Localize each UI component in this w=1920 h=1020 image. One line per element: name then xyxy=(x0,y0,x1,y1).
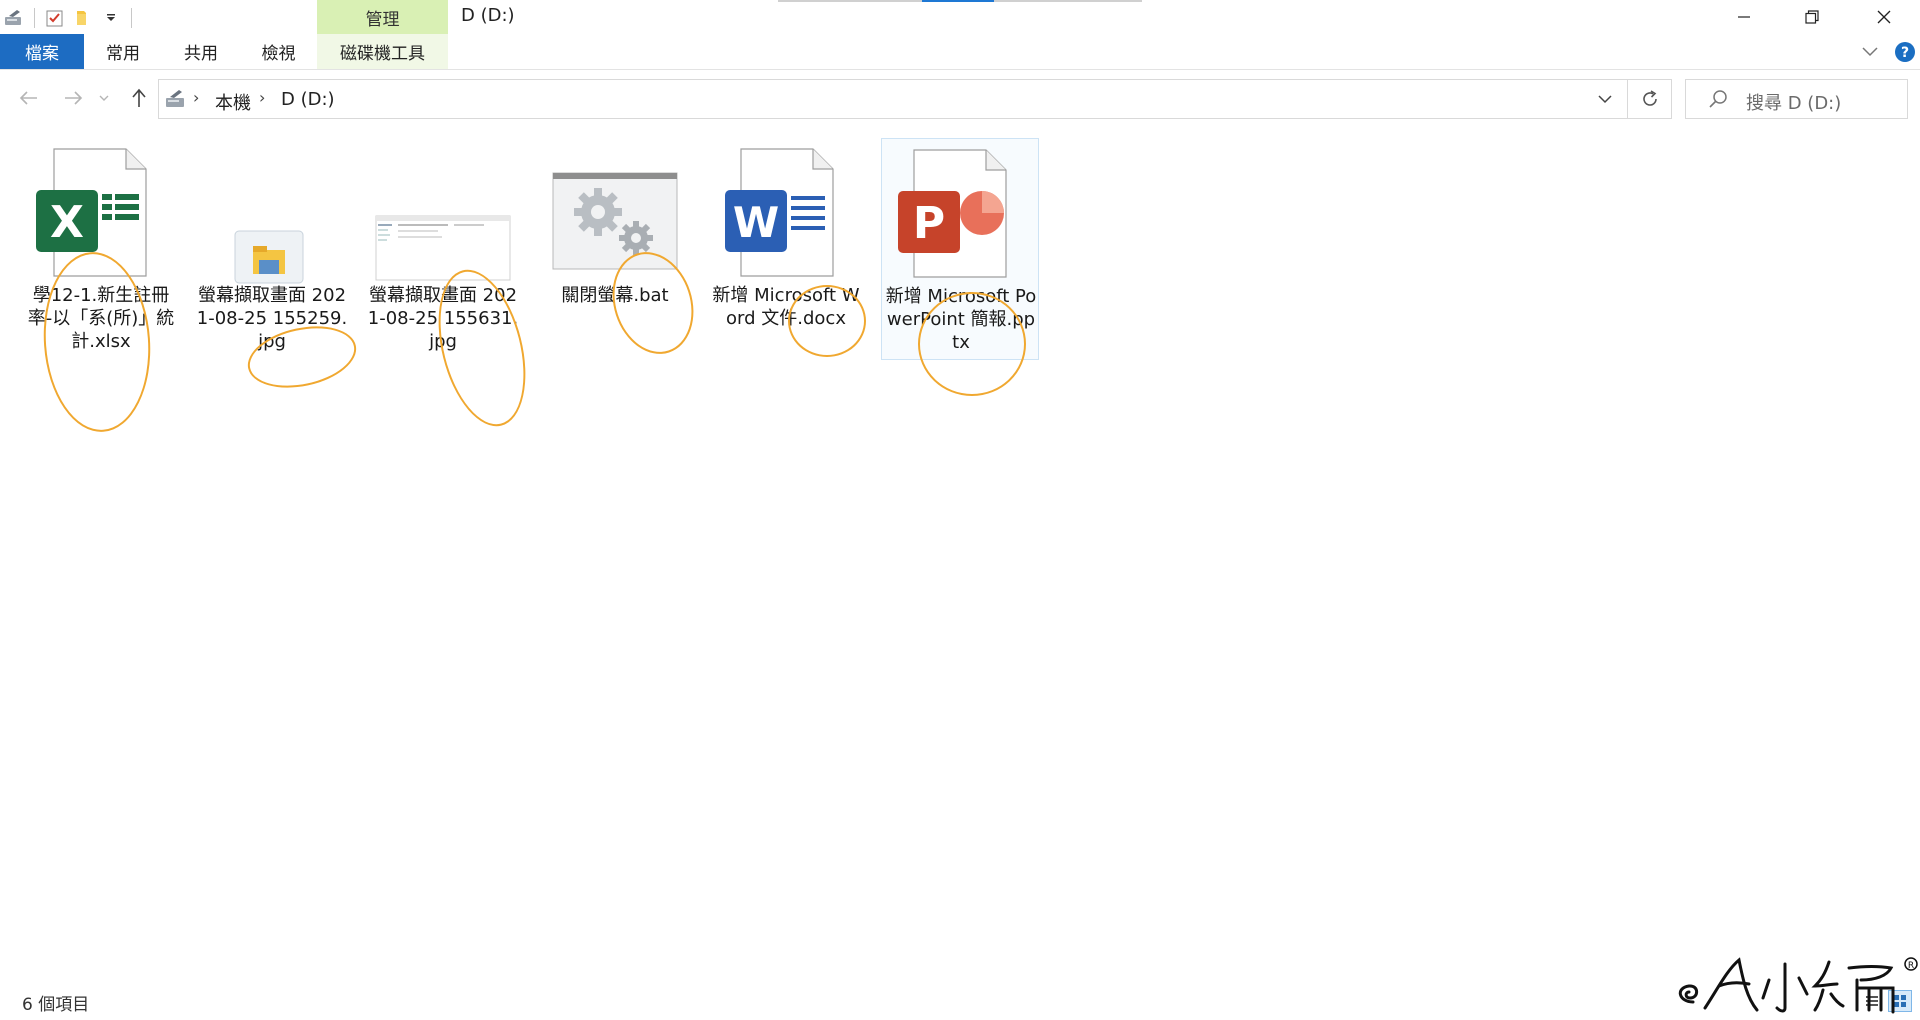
recent-locations-button[interactable] xyxy=(94,83,114,113)
title-bar: 管理 D (D:) xyxy=(0,0,1920,34)
breadcrumb-separator-icon[interactable]: › xyxy=(259,88,265,107)
up-button[interactable] xyxy=(124,83,154,113)
powerpoint-icon: P xyxy=(882,139,1040,287)
refresh-icon xyxy=(1642,90,1657,106)
chevron-down-icon xyxy=(1862,47,1878,57)
tab-file[interactable]: 檔案 xyxy=(0,34,84,69)
file-item[interactable]: X 學12-1.新生註冊率-以「系(所)」統計.xlsx xyxy=(22,138,180,360)
breadcrumb-separator-icon[interactable]: › xyxy=(193,88,199,107)
minimize-icon xyxy=(1738,16,1750,18)
expand-ribbon-button[interactable] xyxy=(1850,34,1890,70)
tab-drive-tools[interactable]: 磁碟機工具 xyxy=(317,34,448,69)
back-button[interactable] xyxy=(14,83,44,113)
file-item-selected[interactable]: P 新增 Microsoft PowerPoint 簡報.pptx xyxy=(881,138,1039,360)
tab-share[interactable]: 共用 xyxy=(162,34,240,69)
file-item[interactable]: 螢幕擷取畫面 2021-08-25 155631.jpg xyxy=(364,138,522,360)
help-button[interactable]: ? xyxy=(1890,34,1920,70)
drive-icon xyxy=(163,88,189,114)
context-tab-header: 管理 xyxy=(317,0,448,34)
file-item[interactable]: 關閉螢幕.bat xyxy=(536,138,694,360)
word-icon: W xyxy=(707,138,865,286)
customize-toolbar-chevron-icon[interactable] xyxy=(97,4,125,32)
search-icon xyxy=(1708,89,1728,113)
close-icon xyxy=(1877,10,1891,24)
help-icon: ? xyxy=(1895,42,1915,62)
forward-button[interactable] xyxy=(58,83,88,113)
svg-text:X: X xyxy=(50,197,84,248)
new-folder-icon[interactable] xyxy=(69,4,97,32)
chevron-down-icon xyxy=(99,95,109,101)
breadcrumb-drive-d[interactable]: D (D:) xyxy=(281,89,335,110)
image-file-icon xyxy=(193,138,351,286)
restore-button[interactable] xyxy=(1778,0,1846,34)
chevron-down-icon xyxy=(1598,94,1612,103)
arrow-left-icon xyxy=(19,91,37,105)
close-button[interactable] xyxy=(1850,0,1918,34)
batch-gears-icon xyxy=(536,138,694,286)
file-name: 螢幕擷取畫面 2021-08-25 155631.jpg xyxy=(367,285,519,352)
ribbon-tabs: 檔案 常用 共用 檢視 磁碟機工具 xyxy=(0,34,1920,70)
toolbar-divider xyxy=(34,8,35,28)
item-count: 6 個項目 xyxy=(22,995,90,1015)
search-box[interactable]: 搜尋 D (D:) xyxy=(1685,79,1908,119)
title-accent-highlight xyxy=(922,0,994,2)
ribbon-controls: ? xyxy=(1850,34,1920,70)
watermark-logo: R xyxy=(1665,950,1920,1020)
status-bar: 6 個項目 xyxy=(0,990,1920,1015)
file-name: 關閉螢幕.bat xyxy=(561,285,669,306)
file-list: X 學12-1.新生註冊率-以「系(所)」統計.xlsx 螢幕擷取畫面 2021… xyxy=(0,128,1920,968)
minimize-button[interactable] xyxy=(1710,0,1778,34)
tab-view[interactable]: 檢視 xyxy=(240,34,317,69)
file-explorer-window: 管理 D (D:) 檔案 常用 共用 檢視 磁碟機工具 ? › 本機 › D (… xyxy=(0,0,1920,1020)
screenshot-thumbnail xyxy=(364,138,522,286)
navigation-bar: › 本機 › D (D:) 搜尋 D (D:) xyxy=(0,75,1920,123)
file-item[interactable]: W 新增 Microsoft Word 文件.docx xyxy=(707,138,865,360)
svg-text:W: W xyxy=(733,198,779,247)
toolbar-divider xyxy=(131,8,132,28)
address-bar[interactable]: › 本機 › D (D:) xyxy=(158,79,1628,119)
excel-icon: X xyxy=(22,138,180,286)
file-name: 新增 Microsoft PowerPoint 簡報.pptx xyxy=(885,286,1037,353)
quick-access-toolbar xyxy=(0,4,138,32)
breadcrumb-this-pc[interactable]: 本機 xyxy=(215,89,251,115)
svg-text:P: P xyxy=(913,198,945,249)
svg-text:?: ? xyxy=(1901,45,1909,61)
refresh-button[interactable] xyxy=(1628,79,1672,119)
file-name: 新增 Microsoft Word 文件.docx xyxy=(712,285,860,329)
search-placeholder: 搜尋 D (D:) xyxy=(1746,93,1842,114)
window-title: D (D:) xyxy=(461,5,515,26)
restore-icon xyxy=(1805,10,1819,24)
arrow-right-icon xyxy=(65,91,83,105)
file-name: 學12-1.新生註冊率-以「系(所)」統計.xlsx xyxy=(27,285,175,352)
file-name: 螢幕擷取畫面 2021-08-25 155259.jpg xyxy=(196,285,348,352)
drive-icon[interactable] xyxy=(0,4,28,32)
file-item[interactable]: 螢幕擷取畫面 2021-08-25 155259.jpg xyxy=(193,138,351,360)
tab-home[interactable]: 常用 xyxy=(84,34,162,69)
properties-icon[interactable] xyxy=(41,4,69,32)
arrow-up-icon xyxy=(132,88,146,107)
svg-text:R: R xyxy=(1908,961,1914,971)
address-history-button[interactable] xyxy=(1583,80,1627,118)
